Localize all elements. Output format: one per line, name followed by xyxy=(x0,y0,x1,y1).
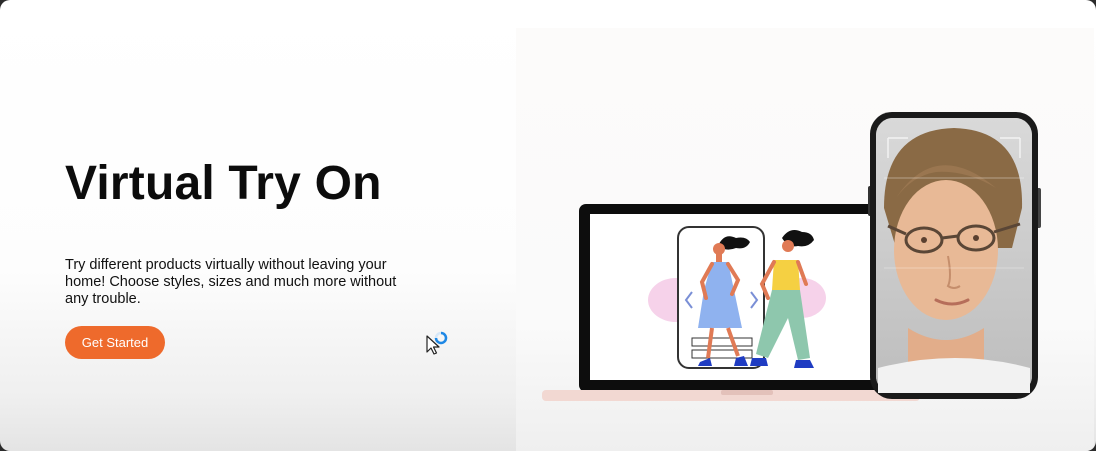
pointer-cursor-icon xyxy=(426,331,448,355)
page-frame: Virtual Try On Try different products vi… xyxy=(0,0,1096,451)
hero-description: Try different products virtually without… xyxy=(65,257,397,307)
page-title: Virtual Try On xyxy=(65,157,382,210)
get-started-button[interactable]: Get Started xyxy=(65,326,165,359)
laptop-illustration xyxy=(542,204,920,401)
hero-illustration xyxy=(516,28,1094,451)
loading-spinner-icon xyxy=(434,331,448,345)
smartphone-illustration xyxy=(868,112,1041,399)
